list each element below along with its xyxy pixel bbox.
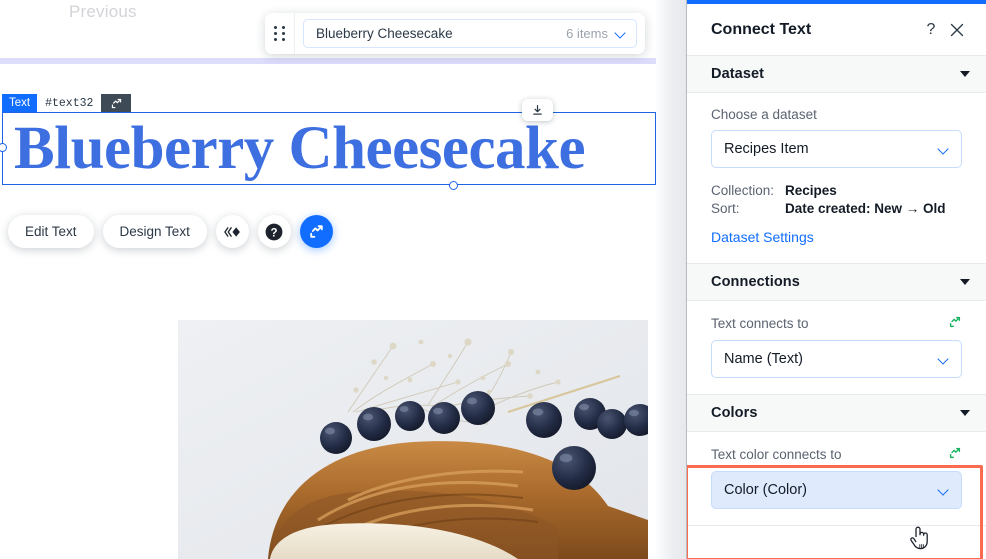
- editor-canvas: Previous Blueberry Cheesecake 6 items Te…: [0, 0, 686, 559]
- triangle-down-icon: [960, 71, 970, 77]
- close-icon[interactable]: [944, 17, 970, 43]
- dataset-dropdown-value: Recipes Item: [724, 141, 809, 157]
- resize-handle-bottom[interactable]: [449, 181, 458, 190]
- section-header-colors[interactable]: Colors: [687, 395, 986, 432]
- canvas-panel-gutter: [656, 0, 686, 559]
- section-header-connections[interactable]: Connections: [687, 264, 986, 301]
- text-connects-label-row: Text connects to: [711, 315, 962, 332]
- section-body-dataset: Choose a dataset Recipes Item Collection…: [687, 93, 986, 264]
- text-connects-dropdown[interactable]: Name (Text): [711, 340, 962, 378]
- text-color-connects-label: Text color connects to: [711, 447, 842, 462]
- selection-type-label: Text: [2, 94, 38, 112]
- help-icon[interactable]: ?: [257, 215, 291, 248]
- dataset-dropdown[interactable]: Recipes Item: [711, 130, 962, 168]
- text-connects-value: Name (Text): [724, 351, 803, 367]
- drag-dots-icon[interactable]: [265, 13, 295, 54]
- collection-key: Collection:: [711, 183, 775, 198]
- dataset-settings-link[interactable]: Dataset Settings: [711, 229, 814, 245]
- collection-value: Recipes: [785, 183, 837, 198]
- section-title-connections: Connections: [711, 274, 800, 290]
- connect-green-icon[interactable]: [948, 315, 962, 332]
- connect-data-icon[interactable]: [299, 215, 333, 248]
- text-color-label-row: Text color connects to: [711, 446, 962, 463]
- chevron-down-icon: [938, 354, 949, 365]
- section-title-dataset: Dataset: [711, 66, 765, 82]
- triangle-down-icon: [960, 279, 970, 285]
- svg-text:?: ?: [271, 227, 278, 239]
- chevron-down-icon: [615, 28, 626, 39]
- selection-id-label: #text32: [37, 94, 102, 112]
- section-body-connections: Text connects to Name (Text): [687, 301, 986, 395]
- sort-row: Sort: Date created: New → Old: [711, 201, 962, 216]
- app-root: Previous Blueberry Cheesecake 6 items Te…: [0, 0, 986, 559]
- element-action-toolbar: Edit Text Design Text ?: [8, 215, 333, 248]
- item-count-label: 6 items: [566, 26, 608, 41]
- connect-icon[interactable]: [101, 94, 132, 112]
- item-select-dropdown[interactable]: Blueberry Cheesecake 6 items: [303, 19, 637, 48]
- headline-text[interactable]: Blueberry Cheesecake: [14, 114, 586, 184]
- panel-title: Connect Text: [711, 20, 812, 38]
- text-color-connects-value: Color (Color): [724, 482, 807, 498]
- pointing-hand-cursor: [908, 524, 932, 552]
- connect-text-panel: Connect Text ? Dataset Choose a dataset …: [686, 0, 986, 559]
- dataset-item-selector-bar[interactable]: Blueberry Cheesecake 6 items: [265, 13, 645, 54]
- chevron-down-icon: [938, 144, 949, 155]
- choose-dataset-label: Choose a dataset: [711, 107, 817, 122]
- previous-label: Previous: [69, 2, 137, 21]
- question-mark-icon[interactable]: ?: [918, 17, 944, 43]
- section-header-dataset[interactable]: Dataset: [687, 56, 986, 93]
- item-name-label: Blueberry Cheesecake: [316, 26, 453, 41]
- design-text-button[interactable]: Design Text: [102, 215, 207, 248]
- choose-dataset-label-row: Choose a dataset: [711, 107, 962, 122]
- anchor-download-icon[interactable]: [522, 99, 553, 121]
- animation-icon[interactable]: [215, 215, 249, 248]
- sort-value: Date created: New → Old: [785, 201, 946, 216]
- collection-row: Collection: Recipes: [711, 183, 962, 198]
- triangle-down-icon: [960, 410, 970, 416]
- section-title-colors: Colors: [711, 405, 758, 421]
- panel-header: Connect Text ?: [687, 4, 986, 56]
- section-divider: [0, 58, 656, 64]
- selection-badge: Text #text32: [2, 94, 132, 112]
- edit-text-button[interactable]: Edit Text: [8, 215, 94, 248]
- text-connects-label: Text connects to: [711, 316, 809, 331]
- connect-green-icon[interactable]: [948, 446, 962, 463]
- chevron-down-icon: [938, 485, 949, 496]
- sort-key: Sort:: [711, 201, 740, 216]
- section-body-colors: Text color connects to Color (Color): [687, 432, 986, 526]
- text-color-connects-dropdown[interactable]: Color (Color): [711, 471, 962, 509]
- blueberry-cheesecake-photo[interactable]: [178, 320, 648, 559]
